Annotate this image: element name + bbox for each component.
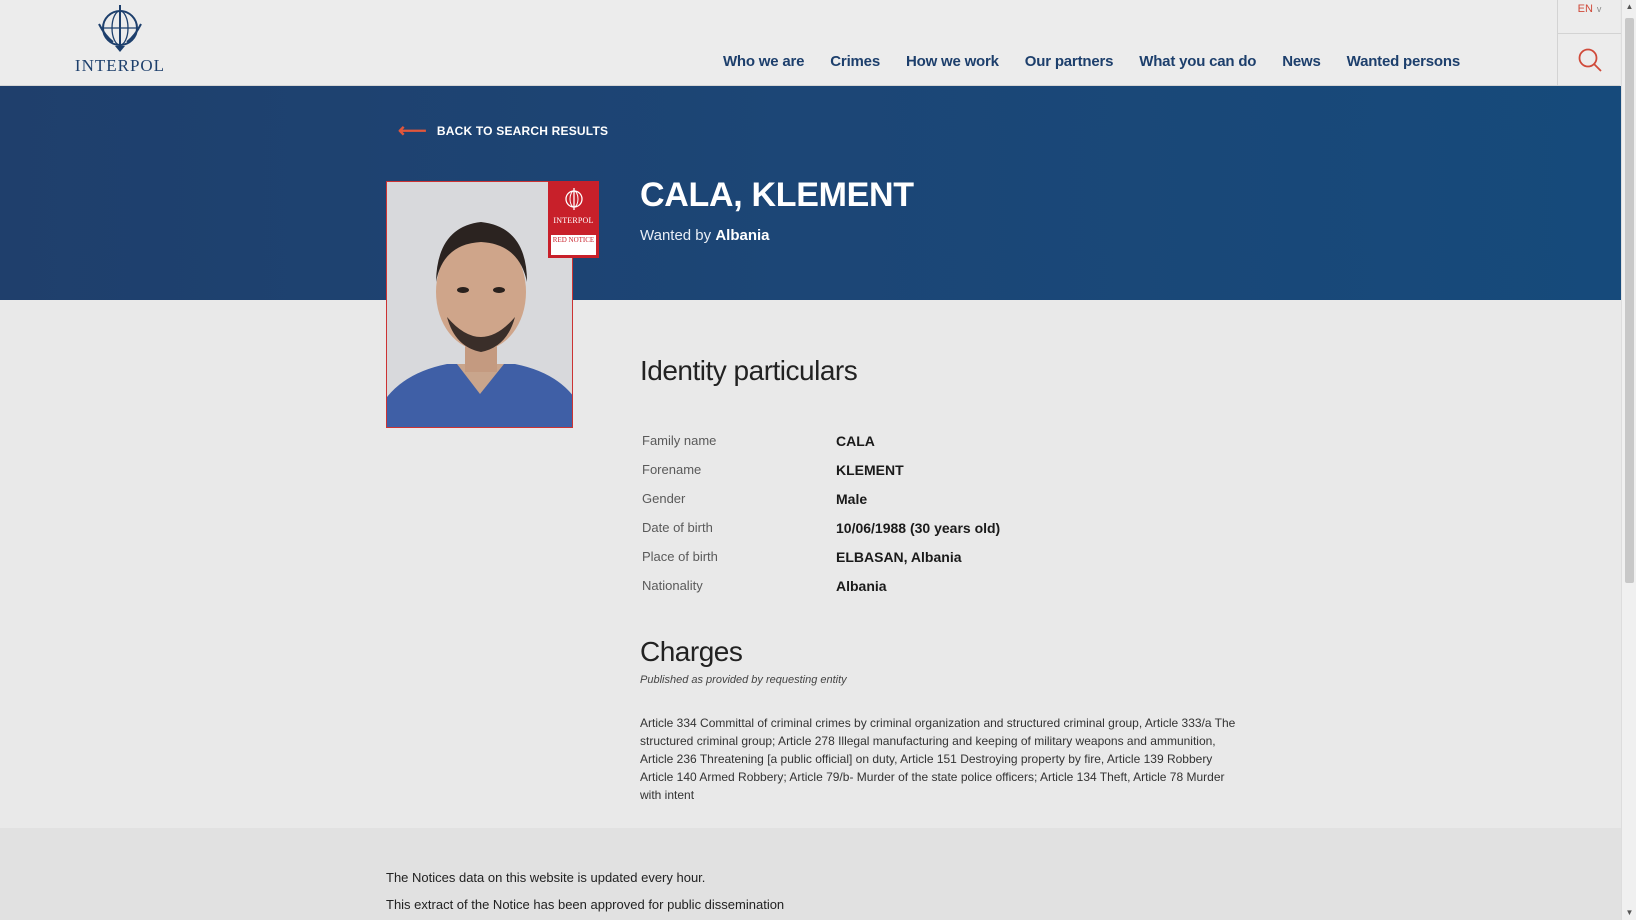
identity-table: Family name CALA Forename KLEMENT Gender…: [642, 426, 1202, 600]
identity-row: Place of birth ELBASAN, Albania: [642, 542, 1202, 571]
nav-what-you-can-do[interactable]: What you can do: [1139, 53, 1256, 70]
nav-how-we-work[interactable]: How we work: [906, 53, 999, 70]
charges-text: Article 334 Committal of criminal crimes…: [640, 716, 1236, 802]
interpol-emblem-icon: [564, 188, 583, 210]
nav-news[interactable]: News: [1282, 53, 1321, 70]
footer-update-note: The Notices data on this website is upda…: [386, 870, 706, 885]
person-name: CALA, KLEMENT: [640, 176, 914, 214]
identity-label: Place of birth: [642, 549, 718, 564]
charges-title: Charges: [640, 636, 743, 667]
badge-org-name: INTERPOL: [553, 216, 594, 225]
identity-value: Male: [836, 490, 868, 507]
charges-subtitle: Published as provided by requesting enti…: [640, 674, 847, 686]
search-button[interactable]: [1557, 34, 1621, 86]
main-nav: Who we are Crimes How we work Our partne…: [697, 53, 1460, 70]
nav-wanted-persons[interactable]: Wanted persons: [1347, 53, 1461, 70]
arrow-left-icon: ⟵: [398, 120, 427, 142]
scrollbar-thumb[interactable]: [1625, 18, 1634, 583]
identity-label: Forename: [642, 462, 702, 477]
identity-value: Albania: [836, 577, 887, 594]
footer-approval-note: This extract of the Notice has been appr…: [386, 897, 785, 912]
identity-label: Gender: [642, 491, 686, 506]
identity-label: Nationality: [642, 578, 703, 593]
footer-band: [0, 828, 1621, 920]
scroll-down-arrow-icon[interactable]: ▼: [1622, 906, 1636, 920]
vertical-scrollbar[interactable]: ▲ ▼: [1621, 0, 1636, 920]
wanted-person-photo: [386, 181, 573, 428]
scroll-up-arrow-icon[interactable]: ▲: [1622, 0, 1636, 14]
identity-label: Family name: [642, 433, 717, 448]
language-selector[interactable]: EN v: [1557, 0, 1621, 34]
red-notice-badge: INTERPOL RED NOTICE: [548, 181, 599, 258]
interpol-emblem-icon: [98, 5, 142, 52]
site-header: INTERPOL Who we are Crimes How we work O…: [0, 0, 1621, 86]
identity-row: Nationality Albania: [642, 571, 1202, 600]
badge-notice-label: RED NOTICE: [551, 235, 596, 255]
wanted-by: Wanted by Albania: [640, 227, 770, 244]
nav-our-partners[interactable]: Our partners: [1025, 53, 1114, 70]
language-label: EN: [1577, 3, 1593, 15]
search-icon: [1578, 48, 1602, 72]
back-to-search-results-link[interactable]: ⟵ BACK TO SEARCH RESULTS: [398, 120, 609, 142]
identity-particulars-title: Identity particulars: [640, 355, 858, 386]
identity-row: Date of birth 10/06/1988 (30 years old): [642, 513, 1202, 542]
wanted-by-prefix: Wanted by: [640, 227, 712, 244]
identity-row: Gender Male: [642, 484, 1202, 513]
identity-value: CALA: [836, 432, 875, 449]
identity-row: Family name CALA: [642, 426, 1202, 455]
wanted-by-country: Albania: [715, 227, 770, 244]
identity-value: KLEMENT: [836, 461, 904, 478]
logo-text: INTERPOL: [74, 56, 166, 75]
identity-value: 10/06/1988 (30 years old): [836, 519, 1001, 536]
identity-row: Forename KLEMENT: [642, 455, 1202, 484]
nav-crimes[interactable]: Crimes: [830, 53, 880, 70]
chevron-down-icon: v: [1596, 4, 1602, 14]
interpol-logo[interactable]: INTERPOL: [74, 2, 166, 78]
identity-label: Date of birth: [642, 520, 713, 535]
nav-who-we-are[interactable]: Who we are: [723, 53, 805, 70]
back-link-label: BACK TO SEARCH RESULTS: [436, 124, 609, 138]
person-portrait-icon: [387, 182, 572, 427]
identity-value: ELBASAN, Albania: [836, 548, 962, 565]
